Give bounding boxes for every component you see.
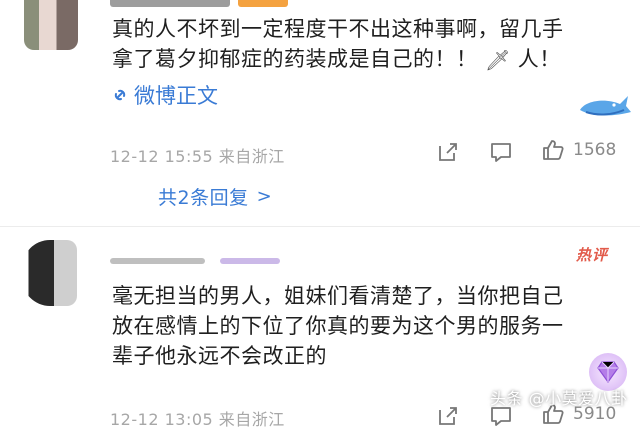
avatar[interactable] bbox=[22, 240, 77, 306]
comment-line: 真的人不坏到一定程度干不出这种事啊，留几手 bbox=[112, 17, 564, 41]
share-icon bbox=[439, 407, 457, 425]
whale-icon bbox=[580, 96, 631, 116]
avatar[interactable] bbox=[24, 0, 78, 50]
username-bar bbox=[110, 0, 230, 7]
chevron-right-icon: > bbox=[256, 186, 273, 207]
like-icon bbox=[543, 140, 564, 160]
comment-text: 毫无担当的男人，姐妹们看清楚了，当你把自己 放在感情上的下位了你真的要为这个男的… bbox=[112, 281, 632, 371]
comment-text: 真的人不坏到一定程度干不出这种事啊，留几手 拿了葛夕抑郁症的药装成是自己的！！ … bbox=[112, 14, 632, 74]
like-button[interactable]: 1568 bbox=[541, 138, 616, 162]
share-icon bbox=[439, 143, 457, 161]
comment-line: 辈子他永远不会改正的 bbox=[112, 344, 327, 368]
weibo-original-link[interactable]: 微博正文 bbox=[110, 80, 218, 110]
comment-line: 放在感情上的下位了你真的要为这个男的服务一 bbox=[112, 314, 564, 338]
comment-meta: 12-12 15:55 来自浙江 bbox=[110, 147, 285, 166]
comment-meta: 12-12 13:05 来自浙江 bbox=[110, 410, 285, 429]
badge-bar bbox=[238, 0, 288, 7]
comment-line: 拿了葛夕抑郁症的药装成是自己的！！ 🗡 人！ bbox=[112, 44, 632, 74]
username-bar bbox=[110, 258, 205, 264]
comment-line: 毫无担当的男人，姐妹们看清楚了，当你把自己 bbox=[112, 284, 564, 308]
replies-label: 共2条回复 bbox=[158, 187, 249, 209]
weibo-link-label: 微博正文 bbox=[134, 84, 218, 108]
hot-comment-badge: 热评 bbox=[576, 246, 609, 264]
view-replies-button[interactable]: 共2条回复 > bbox=[158, 183, 272, 210]
username-cropped bbox=[110, 0, 290, 8]
divider bbox=[0, 226, 640, 227]
comment-icon bbox=[491, 143, 511, 162]
badge-bar bbox=[220, 258, 280, 264]
link-icon bbox=[114, 89, 126, 101]
comment-button[interactable] bbox=[489, 140, 513, 164]
sword-icon: 🗡 bbox=[484, 48, 511, 72]
share-button[interactable] bbox=[436, 404, 460, 428]
username-cropped bbox=[110, 258, 310, 266]
watermark: 头条 @小莫爱八卦 bbox=[490, 389, 628, 408]
share-button[interactable] bbox=[436, 140, 460, 164]
like-count: 1568 bbox=[573, 140, 617, 160]
